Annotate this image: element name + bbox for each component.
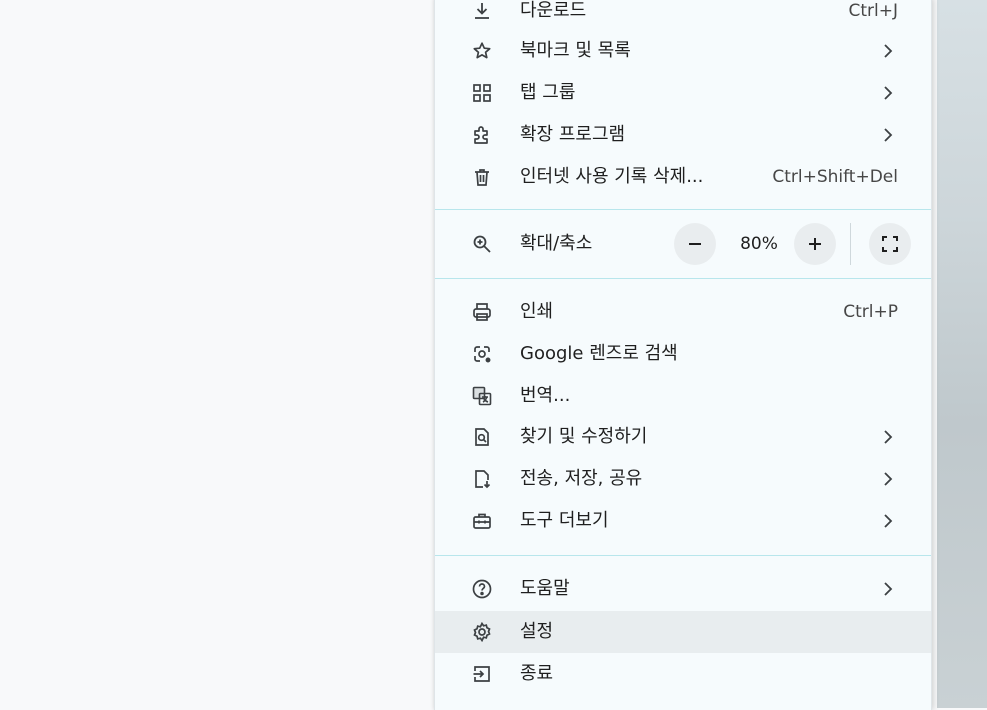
tab-groups-icon — [472, 83, 492, 103]
trash-icon — [472, 167, 492, 187]
zoom-label: 확대/축소 — [520, 233, 593, 254]
shortcut-label: Ctrl+J — [848, 1, 898, 21]
zoom-out-button[interactable] — [674, 223, 716, 265]
menu-separator — [435, 555, 931, 556]
menu-item-help[interactable]: 도움말 — [435, 568, 931, 610]
menu-item-label: Google 렌즈로 검색 — [520, 343, 678, 364]
menu-item-tab-groups[interactable]: 탭 그룹 — [435, 72, 931, 114]
menu-separator — [435, 278, 931, 279]
menu-item-label: 도움말 — [520, 578, 570, 599]
chevron-right-icon — [881, 429, 895, 445]
lens-icon — [472, 344, 492, 364]
toolbox-icon — [472, 511, 492, 531]
menu-item-print[interactable]: 인쇄 Ctrl+P — [435, 291, 931, 333]
save-share-icon — [472, 469, 492, 489]
chevron-right-icon — [881, 581, 895, 597]
chevron-right-icon — [881, 127, 895, 143]
background-window — [937, 0, 987, 708]
menu-separator — [435, 209, 931, 210]
menu-item-label: 종료 — [520, 663, 554, 684]
shortcut-label: Ctrl+Shift+Del — [772, 167, 898, 187]
chevron-right-icon — [881, 85, 895, 101]
exit-icon — [472, 664, 492, 684]
menu-item-settings[interactable]: 설정 — [435, 611, 931, 653]
menu-row-zoom: 확대/축소 80% — [435, 223, 931, 265]
menu-item-label: 전송, 저장, 공유 — [520, 468, 643, 489]
menu-item-label: 확장 프로그램 — [520, 124, 626, 145]
fullscreen-button[interactable] — [869, 223, 911, 265]
zoom-divider — [850, 223, 851, 265]
menu-item-bookmarks[interactable]: 북마크 및 목록 — [435, 30, 931, 72]
menu-item-find-edit[interactable]: 찾기 및 수정하기 — [435, 416, 931, 458]
menu-item-clear-history[interactable]: 인터넷 사용 기록 삭제... Ctrl+Shift+Del — [435, 156, 931, 198]
translate-icon — [472, 386, 492, 406]
menu-item-label: 설정 — [520, 621, 554, 642]
menu-item-label: 인터넷 사용 기록 삭제... — [520, 166, 704, 187]
menu-item-translate[interactable]: 번역... — [435, 375, 931, 417]
menu-item-label: 다운로드 — [520, 0, 587, 21]
menu-item-exit[interactable]: 종료 — [435, 653, 931, 695]
menu-item-label: 인쇄 — [520, 301, 554, 322]
zoom-value: 80% — [740, 234, 778, 254]
menu-item-label: 찾기 및 수정하기 — [520, 426, 648, 447]
zoom-in-button[interactable] — [794, 223, 836, 265]
chevron-right-icon — [881, 471, 895, 487]
menu-item-label: 번역... — [520, 385, 571, 406]
help-icon — [472, 579, 492, 599]
puzzle-icon — [472, 125, 492, 145]
print-icon — [472, 302, 492, 322]
download-icon — [472, 1, 492, 21]
menu-item-label: 도구 더보기 — [520, 510, 609, 531]
menu-item-extensions[interactable]: 확장 프로그램 — [435, 114, 931, 156]
browser-main-menu: 다운로드 Ctrl+J 북마크 및 목록 탭 그룹 확장 프로그램 인터넷 사용… — [434, 0, 932, 710]
menu-item-more-tools[interactable]: 도구 더보기 — [435, 500, 931, 542]
chevron-right-icon — [881, 513, 895, 529]
menu-item-label: 북마크 및 목록 — [520, 40, 631, 61]
menu-item-downloads[interactable]: 다운로드 Ctrl+J — [435, 0, 931, 32]
star-icon — [472, 41, 492, 61]
zoom-icon — [472, 234, 492, 254]
find-icon — [472, 427, 492, 447]
menu-item-save-share[interactable]: 전송, 저장, 공유 — [435, 458, 931, 500]
menu-item-label: 탭 그룹 — [520, 82, 576, 103]
shortcut-label: Ctrl+P — [843, 302, 898, 322]
menu-item-google-lens[interactable]: Google 렌즈로 검색 — [435, 333, 931, 375]
chevron-right-icon — [881, 43, 895, 59]
gear-icon — [472, 622, 492, 642]
